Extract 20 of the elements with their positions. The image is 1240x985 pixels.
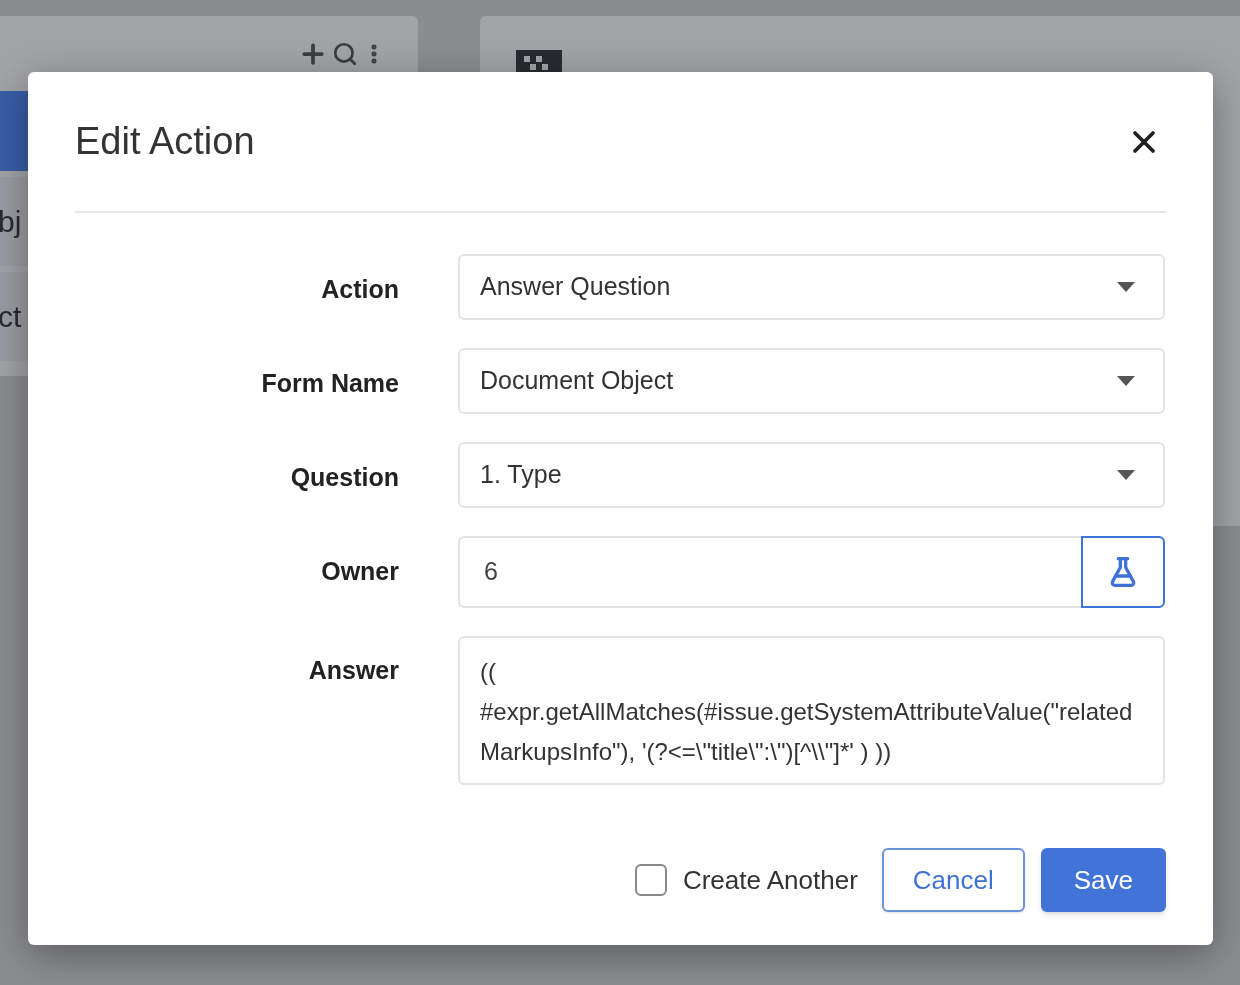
caret-icon — [1117, 470, 1135, 480]
caret-icon — [1117, 376, 1135, 386]
select-field[interactable]: Document Object — [458, 348, 1165, 414]
create-another-checkbox[interactable] — [634, 864, 667, 896]
select-field[interactable]: Answer Question — [458, 254, 1165, 320]
search-icon[interactable] — [332, 40, 358, 67]
field-label: Answer — [307, 655, 399, 686]
field-label: Action — [320, 274, 399, 305]
field-label: Owner — [320, 556, 399, 587]
cancel-button[interactable]: Cancel — [881, 848, 1025, 912]
answer-field[interactable]: (( #expr.getAllMatches(#issue.getSystemAttributeValue("relatedMarkupsInfo"), '(?<=\"title\":\")[^\\"]*' ) )) — [458, 636, 1165, 785]
field-label: Question — [289, 462, 399, 493]
dialog-title: Edit Action — [75, 119, 255, 164]
checkbox-label: Create Another — [682, 863, 858, 897]
test-button[interactable] — [1081, 536, 1165, 608]
caret-icon — [1117, 282, 1135, 292]
owner-input[interactable]: 6 — [458, 536, 1081, 608]
field-label: Form Name — [260, 368, 399, 399]
save-button[interactable]: Save — [1040, 848, 1166, 912]
select-field[interactable]: 1. Type — [458, 442, 1165, 508]
